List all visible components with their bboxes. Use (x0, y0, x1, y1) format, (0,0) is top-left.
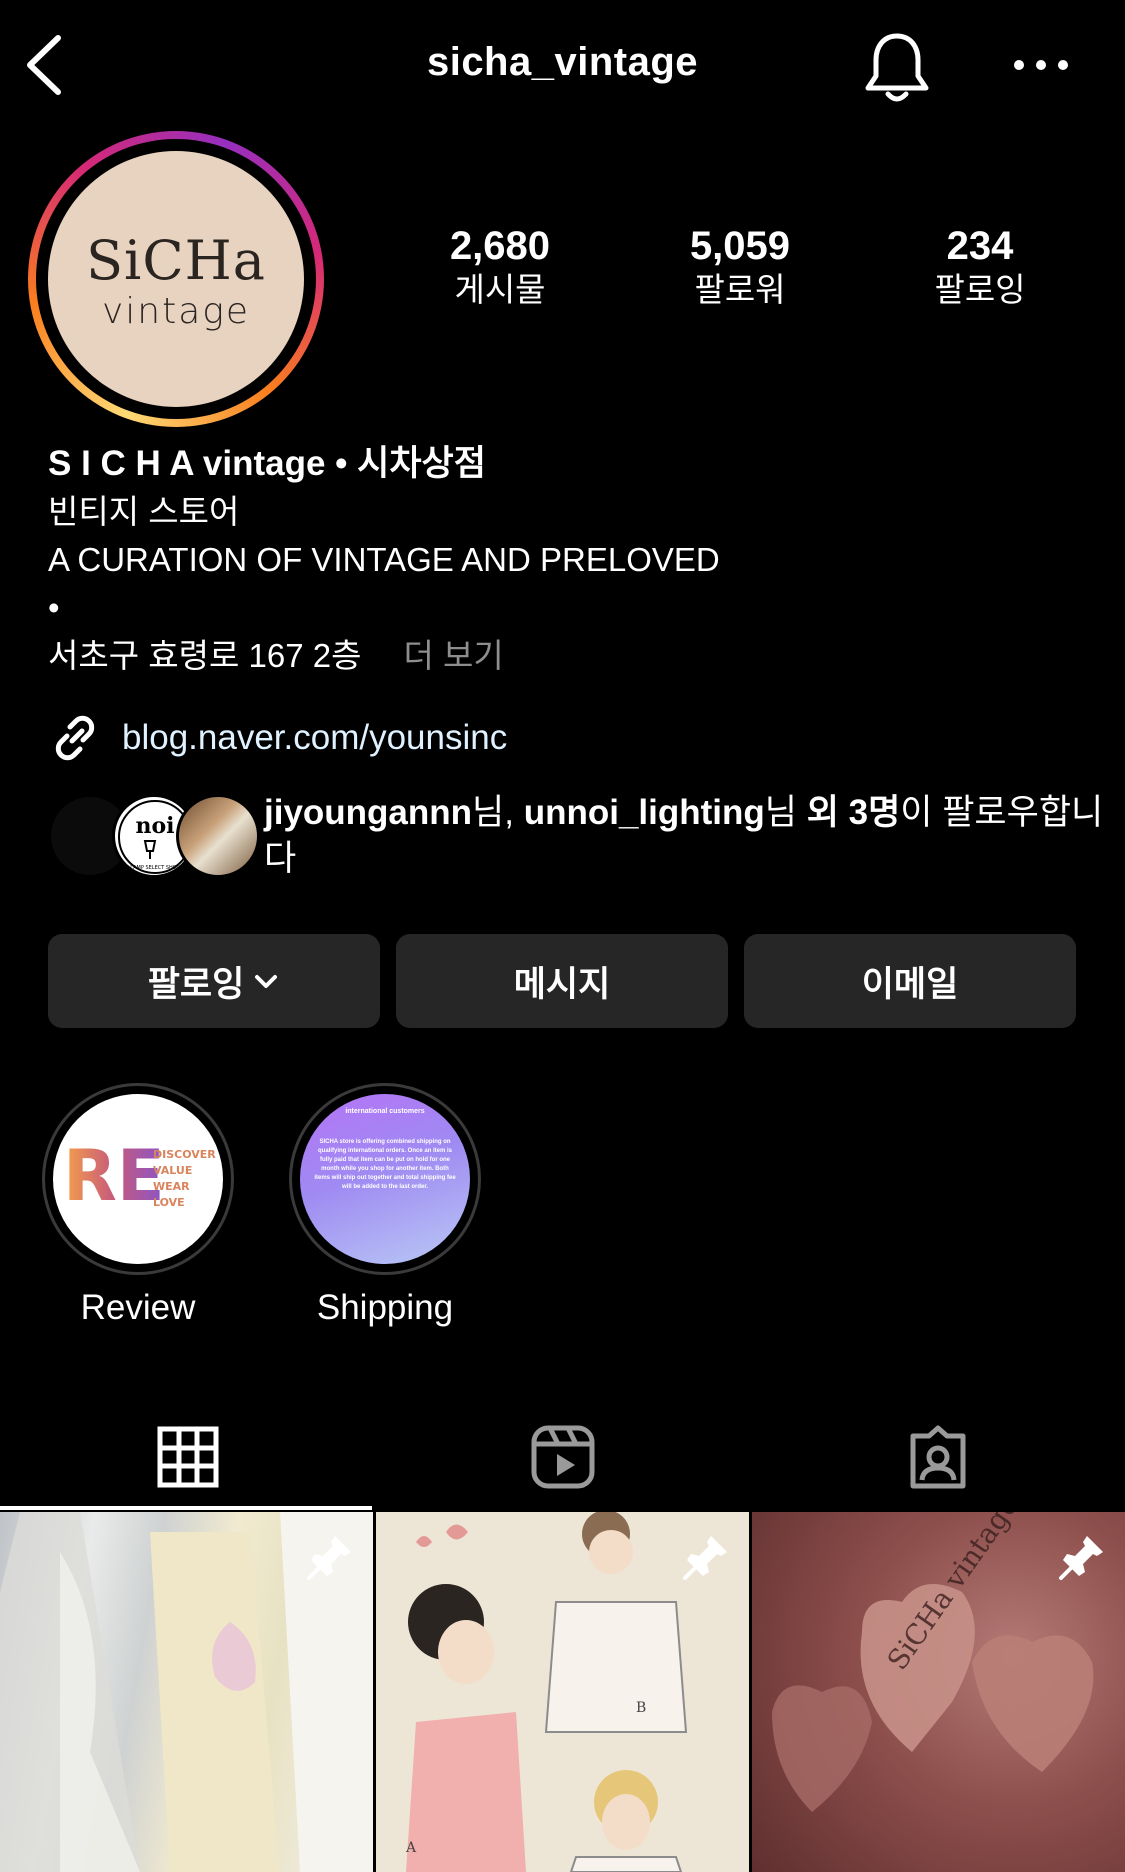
tab-posts-grid[interactable] (0, 1402, 375, 1512)
bio-address: 서초구 효령로 167 2층 (48, 637, 362, 674)
profile-link[interactable]: blog.naver.com/younsinc (48, 710, 507, 766)
bell-icon (865, 33, 929, 102)
story-ring[interactable]: SiCHa vintage (28, 131, 324, 427)
reels-icon (531, 1425, 594, 1489)
highlight-shipping[interactable]: international customers SICHA store is o… (289, 1083, 481, 1329)
tab-reels[interactable] (375, 1402, 750, 1512)
chevron-down-icon (255, 975, 278, 988)
follower-avatar (176, 794, 260, 878)
active-tab-indicator (0, 1506, 372, 1510)
following-button[interactable]: 팔로잉 (48, 934, 380, 1028)
avatar[interactable]: SiCHa vintage (48, 151, 304, 407)
see-more-link[interactable]: 더 보기 (403, 637, 503, 674)
svg-text:noi: noi (135, 813, 174, 839)
following-button-label: 팔로잉 (147, 964, 245, 1004)
svg-text:WEAR: WEAR (153, 1180, 190, 1193)
message-button[interactable]: 메시지 (396, 934, 728, 1028)
follower-count: 외 3명 (806, 793, 901, 832)
post-thumbnail[interactable]: SiCHa vintage (752, 1512, 1125, 1872)
svg-text:RE: RE (63, 1135, 165, 1217)
followers-count[interactable]: 5,059 팔로워 (640, 222, 840, 310)
pin-icon (683, 1536, 727, 1580)
grid-icon (157, 1426, 218, 1488)
profile-category: 빈티지 스토어 (48, 493, 240, 530)
top-bar: sicha_vintage (0, 0, 1125, 130)
followed-by-text: jiyoungannn님, unnoi_lighting님 외 3명이 팔로우합… (264, 793, 1104, 878)
posts-grid: B A SiCHa vintage (0, 1512, 1125, 1872)
more-horizontal-icon (1014, 60, 1068, 70)
posts-count[interactable]: 2,680 게시물 (400, 222, 600, 310)
avatar-logo-subtext: vintage (101, 291, 251, 332)
svg-text:A: A (405, 1840, 417, 1856)
profile-tabs (0, 1402, 1125, 1512)
post-thumbnail[interactable]: B A (376, 1512, 749, 1872)
highlight-label: Shipping (316, 1288, 454, 1327)
profile-username: sicha_vintage (426, 40, 699, 84)
pin-icon (1059, 1536, 1103, 1580)
followed-by[interactable]: noi LAMP SELECT SHOP jiyoungannn님, unnoi… (48, 790, 1103, 880)
bio-line-address: 서초구 효령로 167 2층 더 보기 (48, 632, 1088, 680)
svg-text:DISCOVER: DISCOVER (153, 1148, 216, 1161)
bio-line: • (48, 589, 60, 626)
stat-label: 팔로잉 (934, 271, 1026, 308)
stat-label: 게시물 (454, 271, 546, 308)
svg-text:B: B (636, 1700, 646, 1716)
stat-label: 팔로워 (694, 271, 786, 308)
profile-bio: S I C H A vintage • 시차상점 빈티지 스토어 A CURAT… (48, 440, 1088, 680)
follower-username: jiyoungannn (264, 793, 473, 832)
stat-value: 2,680 (449, 224, 551, 268)
follower-username: unnoi_lighting (523, 793, 765, 832)
highlight-cover: RE DISCOVER VALUE WEAR LOVE (53, 1094, 223, 1264)
avatar-logo-text: SiCHa (86, 229, 266, 292)
email-button[interactable]: 이메일 (744, 934, 1076, 1028)
highlight-cover: international customers SICHA store is o… (300, 1094, 470, 1264)
tagged-icon (910, 1425, 965, 1489)
post-thumbnail[interactable] (0, 1512, 373, 1872)
profile-display-name: S I C H A vintage • 시차상점 (48, 444, 486, 483)
svg-text:LOVE: LOVE (153, 1196, 185, 1209)
highlight-label: Review (80, 1288, 196, 1327)
following-count[interactable]: 234 팔로잉 (880, 222, 1080, 310)
profile-link-text[interactable]: blog.naver.com/younsinc (122, 718, 507, 758)
highlight-review[interactable]: RE DISCOVER VALUE WEAR LOVE Review (42, 1083, 234, 1329)
pin-icon (307, 1536, 351, 1580)
svg-text:LAMP SELECT SHOP: LAMP SELECT SHOP (130, 865, 180, 871)
email-button-label: 이메일 (861, 964, 959, 1004)
svg-text:VALUE: VALUE (153, 1164, 192, 1177)
stat-value: 5,059 (689, 224, 791, 268)
bio-line: A CURATION OF VINTAGE AND PRELOVED (48, 541, 720, 578)
tab-tagged[interactable] (750, 1402, 1125, 1512)
message-button-label: 메시지 (513, 964, 611, 1004)
stat-value: 234 (946, 224, 1014, 268)
notifications-button[interactable] (862, 30, 932, 105)
more-options-button[interactable] (1010, 45, 1072, 85)
link-icon (55, 715, 95, 761)
